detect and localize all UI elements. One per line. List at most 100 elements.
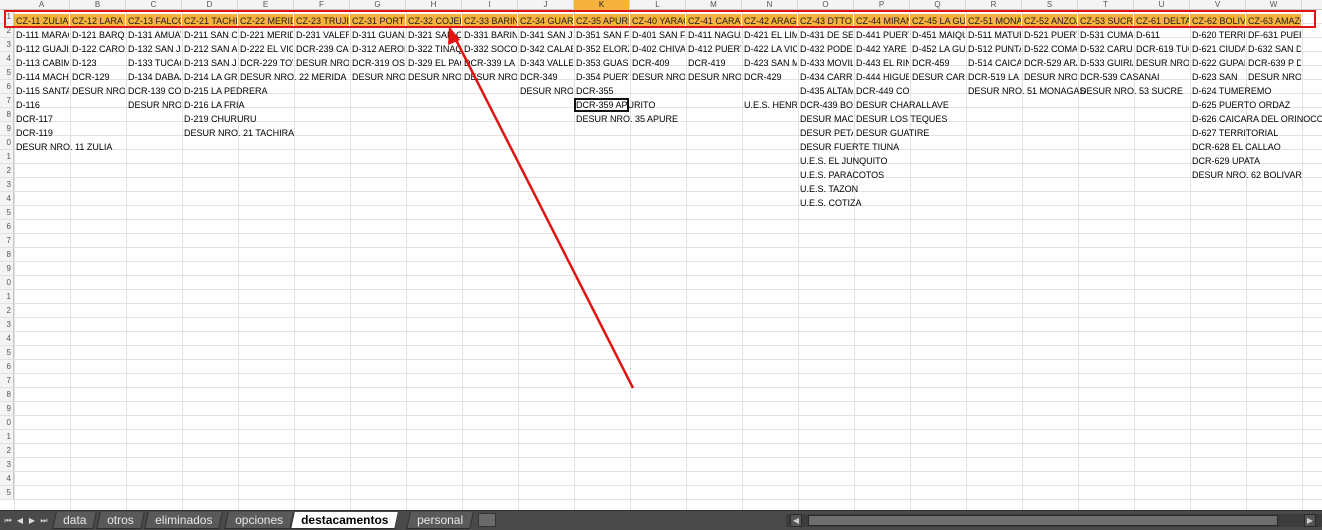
data-cell[interactable]: D-431 DE SERVICIO	[798, 28, 853, 42]
data-cell[interactable]: DCR-349	[518, 70, 573, 84]
column-header-b[interactable]: B	[70, 0, 126, 10]
data-cell[interactable]: D-443 EL RINCON	[854, 56, 909, 70]
data-cell[interactable]: U.E.S. TAZON	[798, 182, 858, 196]
row-number[interactable]: 3	[0, 38, 14, 52]
data-cell[interactable]: D-434 CARRETERA	[798, 70, 853, 84]
data-cell[interactable]: D-627 TERRITORIAL	[1190, 126, 1278, 140]
scrollbar-thumb[interactable]	[808, 515, 1278, 526]
data-cell[interactable]: DESUR LOS TEQUES	[854, 112, 947, 126]
first-sheet-icon[interactable]: ⏮	[2, 513, 14, 528]
row-number[interactable]: 0	[0, 416, 14, 430]
data-cell[interactable]: DESUR PETARE	[798, 126, 853, 140]
data-cell[interactable]: DESUR NRO. 13	[126, 98, 181, 112]
data-cell[interactable]: D-132 SAN JOSE	[126, 42, 181, 56]
data-cell[interactable]: DCR-319 OSPINO	[350, 56, 405, 70]
data-cell[interactable]: D-342 CALABOZO	[518, 42, 573, 56]
data-cell[interactable]: DESUR NRO. 32	[406, 70, 461, 84]
data-cell[interactable]: D-351 SAN FERNANDO	[574, 28, 629, 42]
prev-sheet-icon[interactable]: ◀	[14, 513, 26, 528]
row-number[interactable]: 3	[0, 458, 14, 472]
column-header-h[interactable]: H	[406, 0, 462, 10]
data-cell[interactable]: D-311 GUANARE	[350, 28, 405, 42]
row-number[interactable]: 5	[0, 66, 14, 80]
data-cell[interactable]: D-312 AEROPUERTO	[350, 42, 405, 56]
data-cell[interactable]: D-620 TERRITORIAL	[1190, 28, 1245, 42]
header-cell[interactable]: CZ-11 ZULIA	[14, 14, 69, 28]
row-number[interactable]: 8	[0, 388, 14, 402]
row-number[interactable]: 2	[0, 164, 14, 178]
column-header-a[interactable]: A	[14, 0, 70, 10]
horizontal-scrollbar[interactable]: ◀ ▶	[786, 514, 1322, 527]
row-number[interactable]: 2	[0, 444, 14, 458]
row-number[interactable]: 4	[0, 192, 14, 206]
header-cell[interactable]: CZ-21 TACHIRA	[182, 14, 237, 28]
data-cell[interactable]: D-632 SAN DE	[1246, 42, 1301, 56]
row-number[interactable]: 3	[0, 178, 14, 192]
column-header-v[interactable]: V	[1190, 0, 1246, 10]
data-cell[interactable]: DESUR NRO. 33	[462, 70, 517, 84]
header-cell[interactable]: CZ-61 DELTA	[1134, 14, 1189, 28]
data-cell[interactable]: D-512 PUNTA DE MATA	[966, 42, 1021, 56]
column-header-c[interactable]: C	[126, 0, 182, 10]
data-cell[interactable]: D-442 YARE	[854, 42, 909, 56]
data-cell[interactable]: D-532 CARUPANO	[1078, 42, 1133, 56]
data-cell[interactable]: DCR-628 EL CALLAO	[1190, 140, 1281, 154]
row-number[interactable]: 4	[0, 472, 14, 486]
data-cell[interactable]: DCR-629 UPATA	[1190, 154, 1260, 168]
row-number[interactable]: 4	[0, 332, 14, 346]
header-cell[interactable]: CZ-33 BARINAS	[462, 14, 517, 28]
row-number[interactable]: 6	[0, 220, 14, 234]
data-cell[interactable]: DESUR NRO. 52	[1022, 70, 1077, 84]
data-cell[interactable]: D-521 PUERTO LA CRUZ	[1022, 28, 1077, 42]
data-cell[interactable]: D-402 CHIVACOA	[630, 42, 685, 56]
header-cell[interactable]: CZ-51 MONAGAS	[966, 14, 1021, 28]
data-cell[interactable]: DCR-339 LA	[462, 56, 517, 70]
data-cell[interactable]: D-441 PUERTO	[854, 28, 909, 42]
data-cell[interactable]: DESUR NRO. 41	[686, 70, 741, 84]
data-cell[interactable]: DCR-519 LA TOSCANA	[966, 70, 1021, 84]
data-cell[interactable]: DESUR FUERTE TIUNA	[798, 140, 899, 154]
data-cell[interactable]: D-531 CUMANA	[1078, 28, 1133, 42]
row-number[interactable]: 1	[0, 290, 14, 304]
data-cell[interactable]: D-511 MATURIN	[966, 28, 1021, 42]
header-cell[interactable]: CZ-53 SUCRE	[1078, 14, 1133, 28]
data-cell[interactable]: DESUR NRO. 53 SUCRE	[1078, 84, 1183, 98]
data-cell[interactable]: D-332 SOCOPO	[462, 42, 517, 56]
data-cell[interactable]: D-329 EL PAO	[406, 56, 461, 70]
data-cell[interactable]: D-412 PUERTO CABELLO	[686, 42, 741, 56]
data-cell[interactable]: DCR-229 TOVAR	[238, 56, 293, 70]
data-cell[interactable]: DESUR NRO. 62 BOLIVAR	[1190, 168, 1302, 182]
data-cell[interactable]: D-422 LA VICTORIA	[742, 42, 797, 56]
column-header-i[interactable]: I	[462, 0, 518, 10]
data-cell[interactable]: DESUR MACUTO	[798, 112, 853, 126]
new-sheet-icon[interactable]	[478, 513, 496, 527]
data-cell[interactable]: D-435 ALTAMIRA	[798, 84, 853, 98]
spreadsheet-area[interactable]: ABCDEFGHIJKLMNOPQRSTUVW 1234567890123456…	[0, 0, 1322, 510]
data-cell[interactable]: DESUR NRO. 12	[70, 84, 125, 98]
column-header-d[interactable]: D	[182, 0, 238, 10]
data-cell[interactable]: D-411 NAGUANAGUA	[686, 28, 741, 42]
data-cell[interactable]: DCR-139 CORO	[126, 84, 181, 98]
header-cell[interactable]: CZ-41 CARABOBO	[686, 14, 741, 28]
data-cell[interactable]: DCR-619 TUCUPITA	[1134, 42, 1189, 56]
scroll-right-icon[interactable]: ▶	[1304, 514, 1316, 527]
column-header-n[interactable]: N	[742, 0, 798, 10]
data-cell[interactable]: DESUR NRO. 63 D	[1246, 70, 1301, 84]
data-cell[interactable]: DCR-409	[630, 56, 685, 70]
data-cell[interactable]: D-114 MACHIQUES	[14, 70, 69, 84]
data-cell[interactable]: DESUR NRO. 11 ZULIA	[14, 140, 112, 154]
column-header-o[interactable]: O	[798, 0, 854, 10]
data-cell[interactable]: D-444 HIGUEROTE	[854, 70, 909, 84]
row-number[interactable]: 3	[0, 318, 14, 332]
row-number[interactable]: 8	[0, 248, 14, 262]
column-header-s[interactable]: S	[1022, 0, 1078, 10]
data-cell[interactable]: DESUR NRO. 34	[518, 84, 573, 98]
data-cell[interactable]: D-221 MERIDA	[238, 28, 293, 42]
data-cell[interactable]: DCR-539 CASANAI	[1078, 70, 1160, 84]
data-cell[interactable]: D-213 SAN JUAN	[182, 56, 237, 70]
data-cell[interactable]: DESUR CARAYACA	[910, 70, 965, 84]
data-cell[interactable]: D-212 SAN ANTONIO	[182, 42, 237, 56]
data-cell[interactable]: DESUR NRO. 23	[294, 56, 349, 70]
column-header-u[interactable]: U	[1134, 0, 1190, 10]
data-cell[interactable]: D-611	[1134, 28, 1189, 42]
